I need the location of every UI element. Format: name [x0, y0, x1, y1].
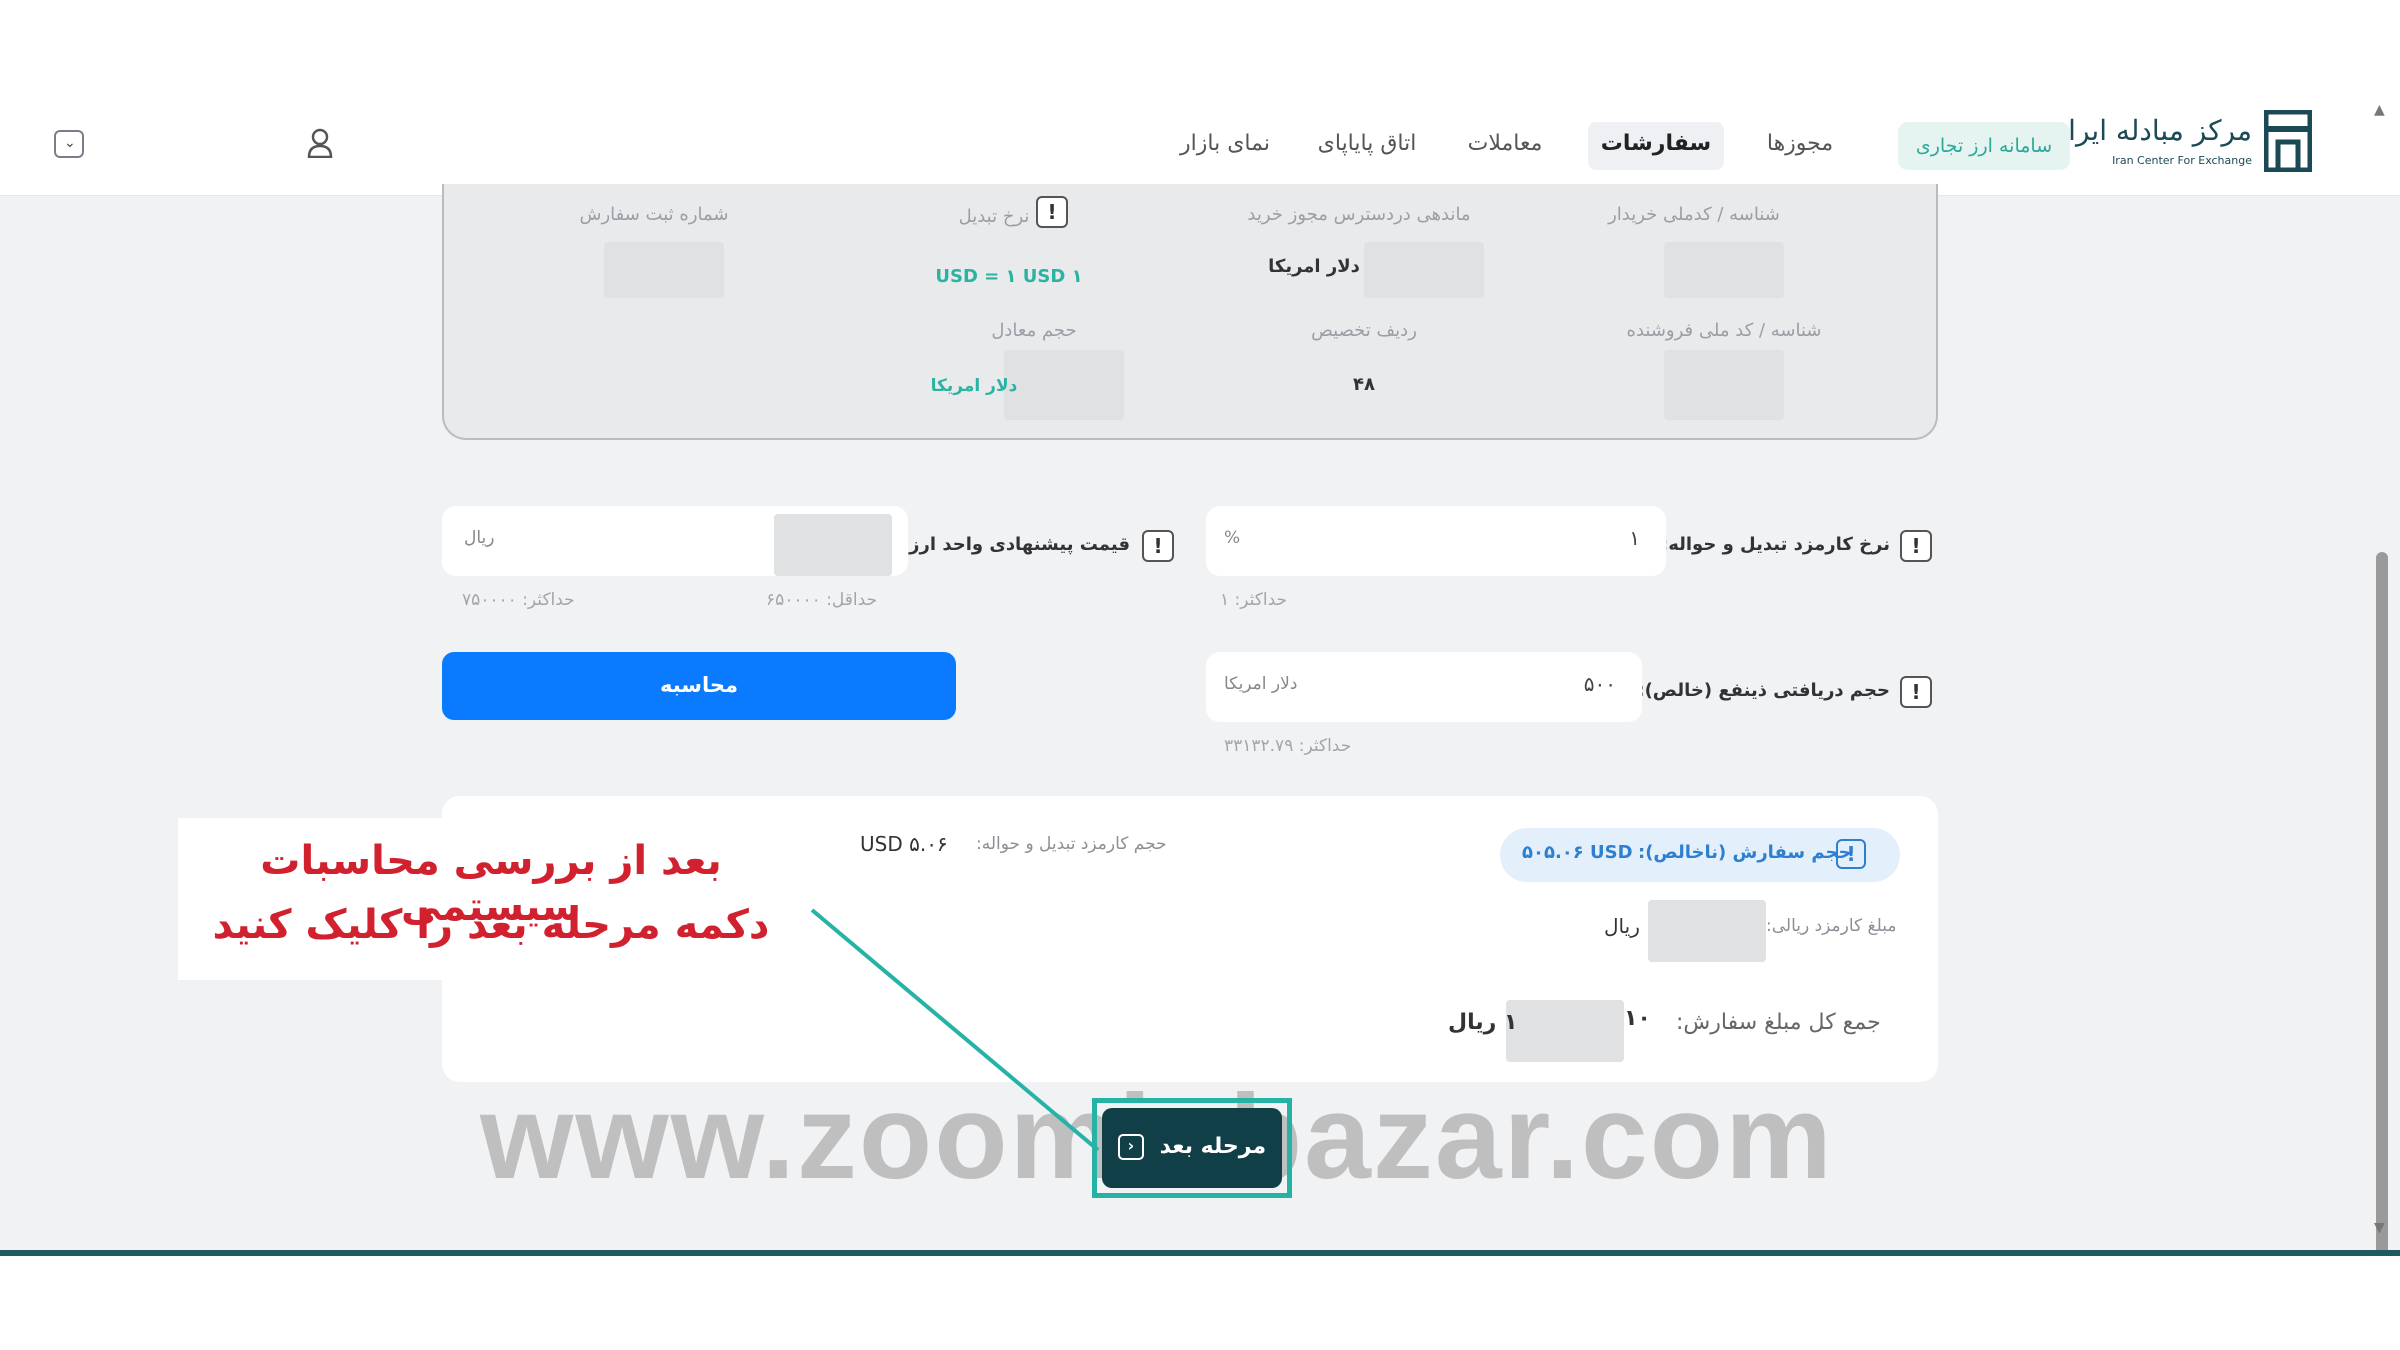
scroll-up-icon[interactable]: ▲	[2374, 102, 2385, 118]
net-volume-unit: دلار امریکا	[1224, 674, 1298, 694]
proposed-price-unit: ریال	[464, 528, 495, 548]
fee-rate-field[interactable]: ۱ %	[1206, 506, 1666, 576]
proposed-price-info-icon[interactable]: !	[1142, 530, 1174, 562]
order-volume-pill: ! حجم سفارش (ناخالص): ۵۰۵.۰۶ USD	[1500, 828, 1900, 882]
top-header: مرکز مبادله ایران Iran Center For Exchan…	[0, 92, 2400, 196]
scrollbar-thumb[interactable]	[2376, 552, 2388, 1256]
annotation-line-2: دکمه مرحله بعد را کلیک کنید	[212, 902, 770, 948]
brand-logo[interactable]: مرکز مبادله ایران Iran Center For Exchan…	[2048, 110, 2312, 180]
next-step-label: مرحله بعد	[1159, 1134, 1267, 1159]
fee-rate-value: ۱	[1629, 526, 1640, 550]
net-volume-field[interactable]: ۵۰۰ دلار امریکا	[1206, 652, 1642, 722]
nav-market-view[interactable]: نمای بازار	[1170, 122, 1280, 166]
fee-rate-label: نرخ کارمزد تبدیل و حواله:	[1661, 534, 1890, 555]
net-volume-info-icon[interactable]: !	[1900, 676, 1932, 708]
forex-system-pill[interactable]: سامانه ارز تجاری	[1898, 122, 2070, 170]
fee-rate-max-hint: حداکثر: ۱	[1220, 590, 1288, 610]
proposed-price-max-hint: حداکثر: ۷۵۰۰۰۰	[462, 590, 575, 610]
chevron-down-icon: ⌄	[64, 135, 76, 151]
rial-fee-redacted	[1648, 900, 1766, 962]
allocation-row-value: ۴۸	[1353, 374, 1375, 395]
equivalent-volume-label: حجم معادل	[991, 320, 1077, 341]
order-registration-label: شماره ثبت سفارش	[579, 204, 729, 225]
screenshot-stage: مرکز مبادله ایران Iran Center For Exchan…	[0, 0, 2400, 1350]
order-volume-value: ۵۰۵.۰۶ USD	[1522, 842, 1633, 863]
allocation-row-label: ردیف تخصیص	[1311, 320, 1417, 341]
logo-subtitle: Iran Center For Exchange	[2112, 154, 2252, 167]
permit-balance-value: دلار امریکا	[1268, 256, 1360, 277]
order-registration-redacted	[604, 242, 724, 298]
logo-mark-icon	[2264, 110, 2312, 172]
total-suffix: ۱ ریال	[1448, 1010, 1518, 1035]
net-volume-max-hint: حداکثر: ۳۳۱۳۲.۷۹	[1224, 736, 1352, 756]
user-icon[interactable]	[306, 128, 334, 158]
fee-rate-info-icon[interactable]: !	[1900, 530, 1932, 562]
conversion-rate-value: ۱ USD = ۱ USD	[935, 266, 1083, 287]
buyer-id-label: شناسه / کدملی خریدار	[1608, 204, 1780, 225]
fee-volume-value: USD ۵.۰۶	[860, 832, 948, 856]
logo-text: مرکز مبادله ایران	[2047, 114, 2252, 147]
scroll-down-icon[interactable]: ▼	[2374, 1220, 2385, 1236]
nav-papaya-room[interactable]: اتاق پایاپای	[1300, 122, 1434, 166]
calculate-button[interactable]: محاسبه	[442, 652, 956, 720]
next-step-button[interactable]: مرحله بعد ‹	[1102, 1108, 1282, 1188]
order-info-card: شناسه / کدملی خریدار ماندهی دردسترس مجوز…	[442, 184, 1938, 440]
rial-fee-label: مبلغ کارمزد ریالی:	[1766, 916, 1897, 936]
collapse-button[interactable]: ⌄	[54, 130, 84, 158]
proposed-price-label: قیمت پیشنهادی واحد ارز:	[901, 534, 1130, 555]
rial-fee-unit: ریال	[1604, 914, 1640, 938]
permit-balance-label: ماندهی دردسترس مجوز خرید	[1247, 204, 1471, 225]
proposed-price-field[interactable]: ریال	[442, 506, 908, 576]
fee-volume-label: حجم کارمزد تبدیل و حواله:	[976, 834, 1167, 854]
total-label: جمع کل مبلغ سفارش:	[1676, 1010, 1881, 1035]
proposed-price-min-hint: حداقل: ۶۵۰۰۰۰	[766, 590, 878, 610]
net-volume-label: حجم دریافتی ذینفع (خالص):	[1637, 680, 1890, 701]
fee-rate-unit: %	[1224, 528, 1241, 548]
net-volume-value: ۵۰۰	[1583, 672, 1616, 696]
seller-id-label: شناسه / کد ملی فروشنده	[1626, 320, 1822, 341]
chevron-left-icon: ‹	[1117, 1134, 1144, 1160]
conversion-rate-info-icon[interactable]: !	[1036, 196, 1068, 228]
annotation-callout: بعد از بررسی محاسبات سیستمی دکمه مرحله ب…	[178, 818, 804, 980]
nav-permits[interactable]: مجوزها	[1742, 122, 1858, 166]
total-prefix: ۱۰	[1624, 1006, 1651, 1031]
seller-id-redacted	[1664, 350, 1784, 420]
app-bottom-border	[0, 1250, 2400, 1256]
equivalent-volume-value: دلار امریکا	[930, 376, 1018, 396]
nav-orders[interactable]: سفارشات	[1588, 122, 1724, 166]
total-redacted	[1506, 1000, 1624, 1062]
proposed-price-redacted	[774, 514, 892, 576]
buyer-id-redacted	[1664, 242, 1784, 298]
nav-transactions[interactable]: معاملات	[1450, 122, 1560, 166]
order-volume-label: حجم سفارش (ناخالص):	[1638, 842, 1852, 863]
